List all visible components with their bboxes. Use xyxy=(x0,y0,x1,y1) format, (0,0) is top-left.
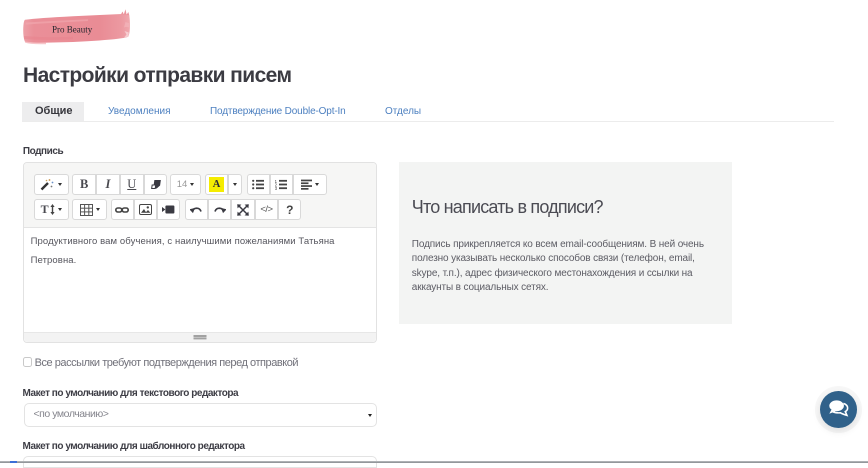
svg-text:3: 3 xyxy=(275,186,278,190)
svg-text:Pro Beauty: Pro Beauty xyxy=(52,25,93,35)
